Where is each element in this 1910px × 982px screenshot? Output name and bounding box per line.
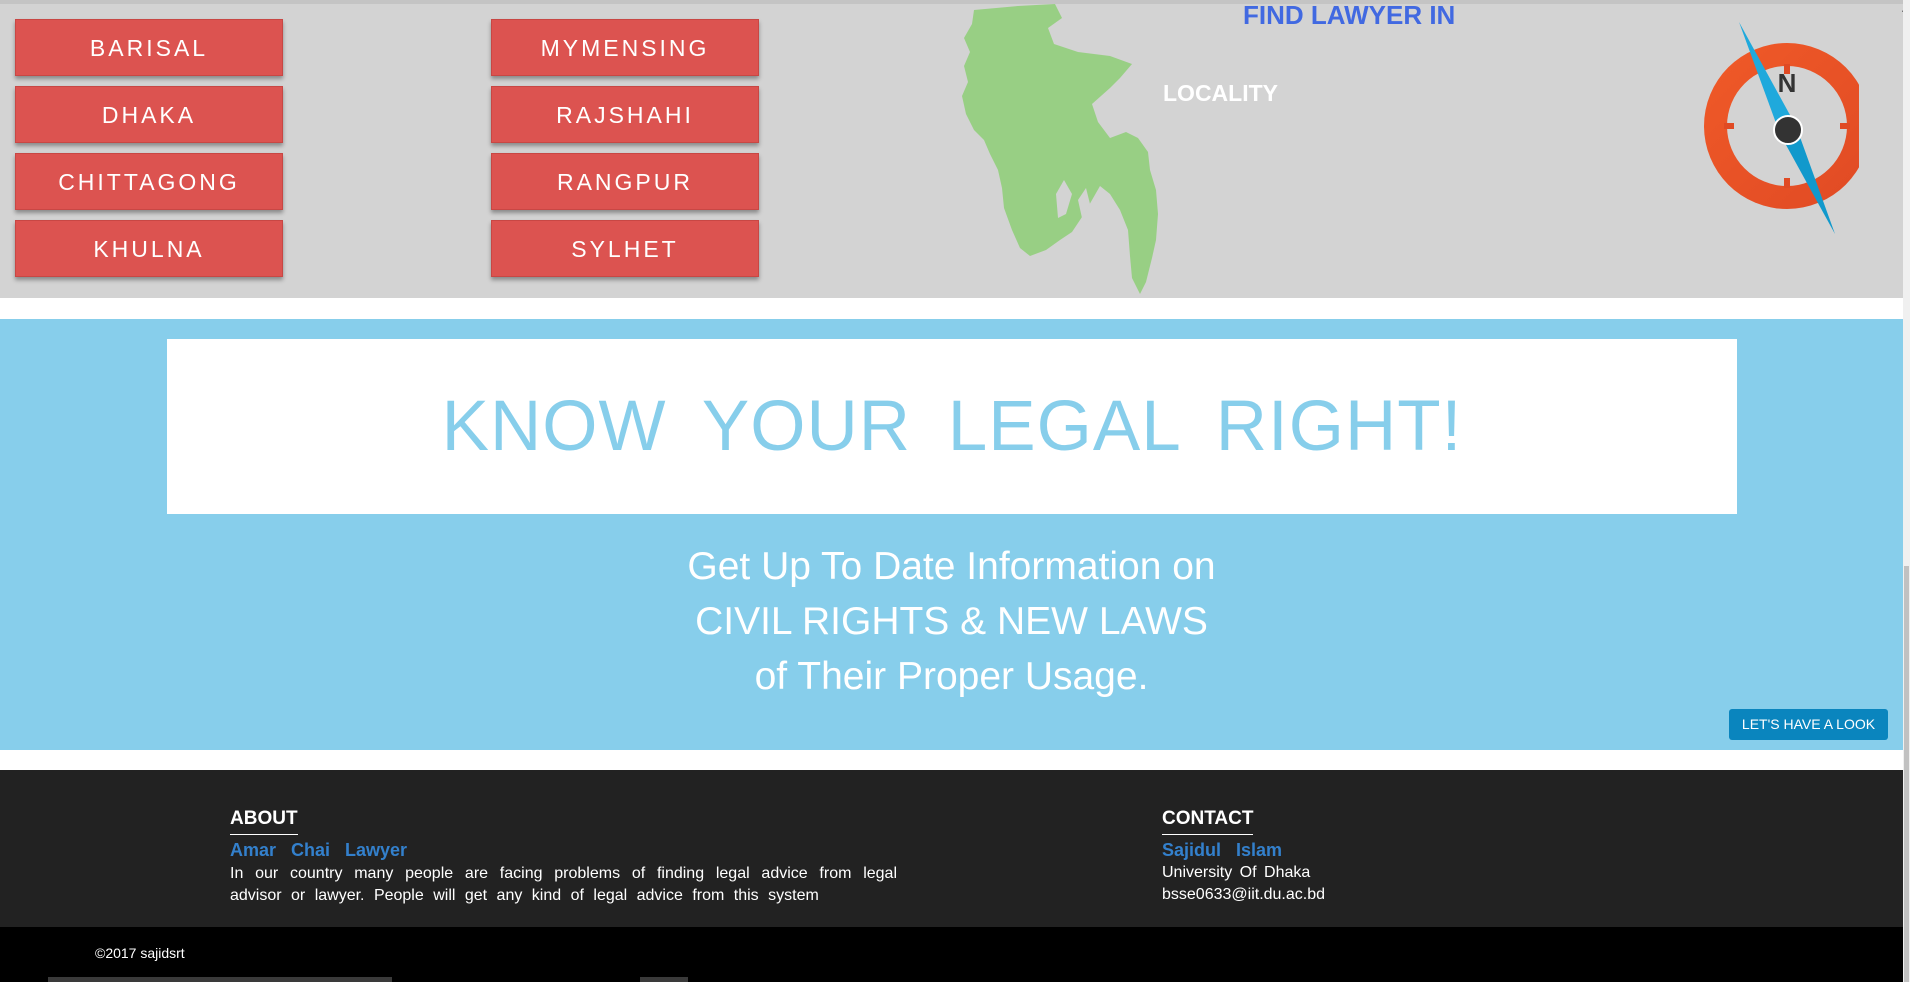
horizontal-scrollbar-segment[interactable] [640,977,688,982]
copyright-text: ©2017 sajidsrt [95,945,185,961]
compass-icon: N [1704,22,1859,234]
city-button-barisal[interactable]: BARISAL [15,19,283,76]
city-button-rangpur[interactable]: RANGPUR [491,153,759,210]
contact-name[interactable]: Sajidul Islam [1162,840,1282,861]
city-button-sylhet[interactable]: SYLHET [491,220,759,277]
bangladesh-map-icon [962,4,1158,294]
city-button-rajshahi[interactable]: RAJSHAHI [491,86,759,143]
horizontal-scrollbar-thumb[interactable] [48,977,392,982]
copyright-bar: ©2017 sajidsrt [0,927,1910,982]
find-lawyer-section: BARISAL DHAKA CHITTAGONG KHULNA MYMENSIN… [0,4,1910,298]
svg-text:N: N [1778,68,1797,98]
legal-info-text: Get Up To Date Information on CIVIL RIGH… [0,539,1903,704]
legal-hero-box: KNOW YOUR LEGAL RIGHT! [167,339,1737,514]
city-button-dhaka[interactable]: DHAKA [15,86,283,143]
vertical-scrollbar-thumb[interactable] [1904,566,1909,982]
contact-heading: CONTACT [1162,808,1254,835]
info-line-2: CIVIL RIGHTS & NEW LAWS [695,600,1208,643]
about-site-name[interactable]: Amar Chai Lawyer [230,840,407,861]
legal-right-section: KNOW YOUR LEGAL RIGHT! Get Up To Date In… [0,319,1910,750]
find-lawyer-title: FIND LAWYER IN [1243,4,1456,30]
city-button-khulna[interactable]: KHULNA [15,220,283,277]
about-heading: ABOUT [230,808,298,835]
about-description: In our country many people are facing pr… [230,865,897,904]
legal-right-heading: KNOW YOUR LEGAL RIGHT! [441,387,1463,466]
info-line-1: Get Up To Date Information on [687,545,1216,588]
city-button-chittagong[interactable]: CHITTAGONG [15,153,283,210]
city-button-mymensing[interactable]: MYMENSING [491,19,759,76]
locality-label: LOCALITY [1163,80,1278,106]
lets-have-a-look-button[interactable]: LET'S HAVE A LOOK [1729,709,1888,740]
info-line-3: of Their Proper Usage. [754,655,1149,698]
contact-email[interactable]: bsse0633@iit.du.ac.bd [1162,886,1325,904]
footer: ABOUT Amar Chai Lawyer In our country ma… [0,770,1910,927]
contact-institution: University Of Dhaka [1162,864,1311,881]
